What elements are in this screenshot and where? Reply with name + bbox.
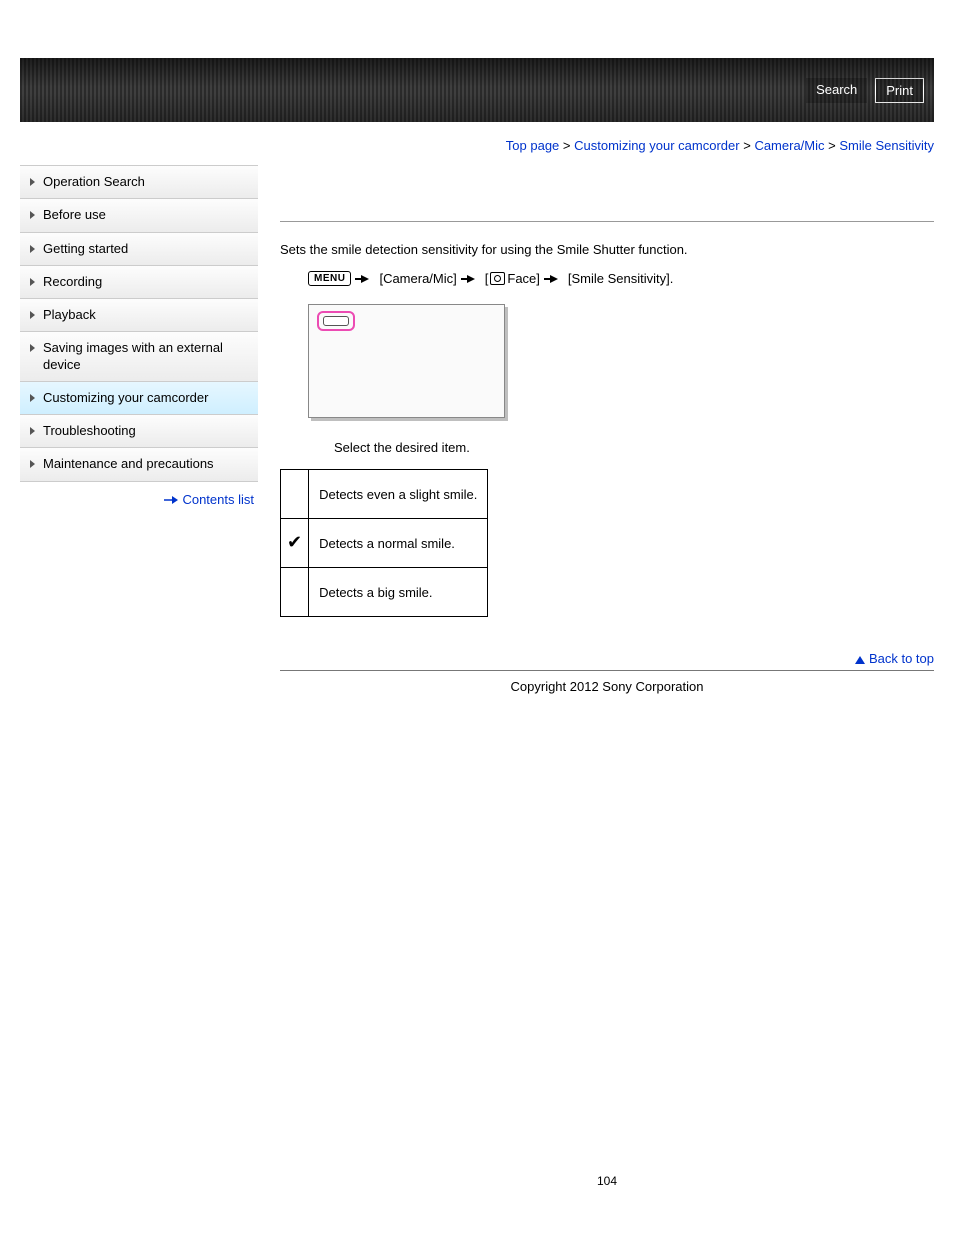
- sidebar-item-label: Operation Search: [43, 174, 145, 190]
- breadcrumb: Top page > Customizing your camcorder > …: [20, 138, 934, 153]
- breadcrumb-customizing[interactable]: Customizing your camcorder: [574, 138, 739, 153]
- table-row: Detects even a slight smile.: [281, 470, 488, 519]
- caret-right-icon: [30, 427, 35, 435]
- back-to-top-link[interactable]: Back to top: [869, 651, 934, 666]
- sidebar-item-label: Maintenance and precautions: [43, 456, 214, 472]
- sidebar-item-label: Troubleshooting: [43, 423, 136, 439]
- table-row: Detects a big smile.: [281, 568, 488, 617]
- arrow-right-icon: [467, 275, 475, 283]
- breadcrumb-top[interactable]: Top page: [506, 138, 560, 153]
- sidebar-item-label: Before use: [43, 207, 106, 223]
- menu-path: MENU [Camera/Mic] [Face] [Smile Sensitiv…: [308, 271, 934, 286]
- path-camera-mic: [Camera/Mic]: [379, 271, 456, 286]
- path-face: [Face]: [485, 271, 540, 286]
- triangle-up-icon: [855, 656, 865, 664]
- sidebar-item-label: Customizing your camcorder: [43, 390, 208, 406]
- caret-right-icon: [30, 311, 35, 319]
- sidebar-item[interactable]: Recording: [20, 266, 258, 299]
- sidebar-item-label: Playback: [43, 307, 96, 323]
- sidebar-item[interactable]: Operation Search: [20, 166, 258, 199]
- option-text: Detects a big smile.: [309, 568, 488, 617]
- sidebar-item[interactable]: Saving images with an external device: [20, 332, 258, 382]
- lcd-screenshot: MENU: [308, 304, 505, 418]
- main-content: Sets the smile detection sensitivity for…: [280, 165, 934, 1188]
- breadcrumb-camera-mic[interactable]: Camera/Mic: [754, 138, 824, 153]
- arrow-right-icon: [550, 275, 558, 283]
- arrow-right-icon: [361, 275, 369, 283]
- sidebar-item-label: Recording: [43, 274, 102, 290]
- sidebar-item[interactable]: Before use: [20, 199, 258, 232]
- path-smile-sensitivity: [Smile Sensitivity].: [568, 271, 673, 286]
- check-icon: ✔: [287, 532, 302, 552]
- sidebar: Operation Search Before use Getting starte…: [20, 165, 258, 507]
- page-number: 104: [280, 1174, 934, 1188]
- caret-right-icon: [30, 278, 35, 286]
- breadcrumb-current: Smile Sensitivity: [839, 138, 934, 153]
- intro-text: Sets the smile detection sensitivity for…: [280, 242, 934, 257]
- option-mark: [281, 470, 309, 519]
- caret-right-icon: [30, 394, 35, 402]
- sidebar-item[interactable]: Customizing your camcorder: [20, 382, 258, 415]
- caret-right-icon: [30, 245, 35, 253]
- copyright-text: Copyright 2012 Sony Corporation: [280, 679, 934, 694]
- search-button[interactable]: Search: [806, 78, 867, 103]
- arrow-right-icon: [164, 496, 178, 504]
- divider: [280, 221, 934, 222]
- options-table: Detects even a slight smile. ✔ Detects a n…: [280, 469, 488, 617]
- option-mark: ✔: [281, 519, 309, 568]
- menu-button-icon: MENU: [308, 271, 351, 286]
- caret-right-icon: [30, 344, 35, 352]
- sidebar-item-label: Getting started: [43, 241, 128, 257]
- step-instruction: Select the desired item.: [334, 440, 934, 455]
- option-text: Detects even a slight smile.: [309, 470, 488, 519]
- option-text: Detects a normal smile.: [309, 519, 488, 568]
- sidebar-item-label: Saving images with an external device: [43, 340, 250, 373]
- sidebar-item[interactable]: Getting started: [20, 233, 258, 266]
- table-row: ✔ Detects a normal smile.: [281, 519, 488, 568]
- caret-right-icon: [30, 460, 35, 468]
- header-banner: Search Print: [20, 58, 934, 122]
- menu-highlight: MENU: [317, 311, 355, 331]
- print-button[interactable]: Print: [875, 78, 924, 103]
- sidebar-item[interactable]: Maintenance and precautions: [20, 448, 258, 481]
- option-mark: [281, 568, 309, 617]
- caret-right-icon: [30, 211, 35, 219]
- face-icon: [490, 272, 505, 285]
- caret-right-icon: [30, 178, 35, 186]
- sidebar-item[interactable]: Playback: [20, 299, 258, 332]
- contents-list-link[interactable]: Contents list: [182, 492, 254, 507]
- sidebar-item[interactable]: Troubleshooting: [20, 415, 258, 448]
- divider: [280, 670, 934, 671]
